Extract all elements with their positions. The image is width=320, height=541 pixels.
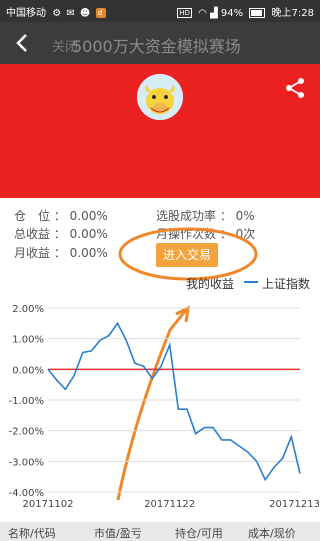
monthly-return-stat: 月收益 ： 0.00% [14, 246, 108, 260]
status-right: HD ◠ ▟ 94% 晚上7:28 [177, 4, 314, 19]
monthly-return-value: 0.00% [69, 246, 108, 260]
pick-success-value: 0% [235, 209, 255, 223]
position-label: 仓 位 [14, 209, 51, 223]
monthly-trades-value: 0次 [235, 227, 256, 241]
column-header-holdings[interactable]: 持仓/可用 [175, 525, 223, 541]
x-tick-label: 20171102 [23, 499, 74, 510]
avatar[interactable] [137, 74, 183, 120]
share-icon [286, 78, 304, 98]
monthly-trades-label: 月操作次数 [156, 227, 217, 241]
battery-label: 94% [220, 8, 244, 19]
pick-success-label: 选股成功率 [156, 209, 217, 223]
holdings-table-header: 名称/代码 市值/盈亏 持仓/可用 成本/现价 [0, 522, 320, 541]
hd-icon: HD [177, 8, 192, 18]
signal-icon: ▟ [210, 8, 218, 19]
column-header-cost[interactable]: 成本/现价 [248, 525, 296, 541]
legend-line-icon [244, 281, 258, 283]
legend-index-swatch [244, 275, 258, 289]
profile-banner [0, 64, 320, 198]
y-tick-label: 2.00% [12, 304, 44, 315]
total-return-stat: 总收益 ： 0.00% [14, 227, 108, 241]
position-stat: 仓 位 ： 0.00% [14, 209, 108, 223]
y-tick-label: -4.00% [9, 488, 44, 499]
index-series-line [47, 321, 301, 482]
time-label: 晚上7:28 [271, 8, 314, 19]
app-notification-icon: d [95, 8, 106, 18]
carrier-label: 中国移动 [6, 8, 46, 19]
position-value: 0.00% [69, 209, 108, 223]
monthly-trades-stat: 月操作次数 ： 0次 [156, 227, 256, 241]
x-tick-label: 20171213 [269, 499, 320, 510]
notification-icons: ⚙ ✉ ☻ d [52, 8, 106, 19]
enter-trade-button[interactable]: 进入交易 [156, 243, 218, 267]
y-tick-label: -3.00% [9, 457, 44, 468]
column-header-market-value[interactable]: 市值/盈亏 [94, 525, 142, 541]
page-title: 5000万大资金模拟赛场 [72, 37, 241, 56]
x-tick-label: 20171122 [144, 499, 195, 510]
cow-mascot-icon [137, 74, 183, 120]
status-left: 中国移动 ⚙ ✉ ☻ d [6, 4, 106, 19]
back-button[interactable] [8, 30, 36, 56]
stats-panel: 仓 位 ： 0.00% 总收益 ： 0.00% 月收益 ： 0.00% 选股成功… [0, 198, 320, 278]
legend-index: 上证指数 [262, 277, 311, 291]
total-return-label: 总收益 [14, 227, 51, 241]
share-button[interactable] [283, 76, 307, 100]
monthly-return-label: 月收益 [14, 246, 51, 260]
y-tick-label: 1.00% [12, 335, 44, 346]
total-return-value: 0.00% [69, 227, 108, 241]
y-tick-label: 0.00% [12, 365, 44, 376]
battery-icon [249, 8, 266, 18]
y-tick-label: -2.00% [9, 427, 44, 438]
wifi-icon: ◠ [198, 8, 207, 19]
column-header-name[interactable]: 名称/代码 [8, 525, 56, 541]
chevron-left-icon [16, 34, 27, 52]
legend-my-return: 我的收益 [186, 277, 235, 291]
pick-success-stat: 选股成功率 ： 0% [156, 209, 255, 223]
nav-bar: 关闭 5000万大资金模拟赛场 [0, 22, 320, 64]
status-bar: 中国移动 ⚙ ✉ ☻ d HD ◠ ▟ 94% 晚上7:28 [0, 0, 320, 22]
performance-chart: 2.00%1.00%0.00%-1.00%-2.00%-3.00%-4.00%2… [9, 304, 320, 510]
y-tick-label: -1.00% [9, 396, 44, 407]
